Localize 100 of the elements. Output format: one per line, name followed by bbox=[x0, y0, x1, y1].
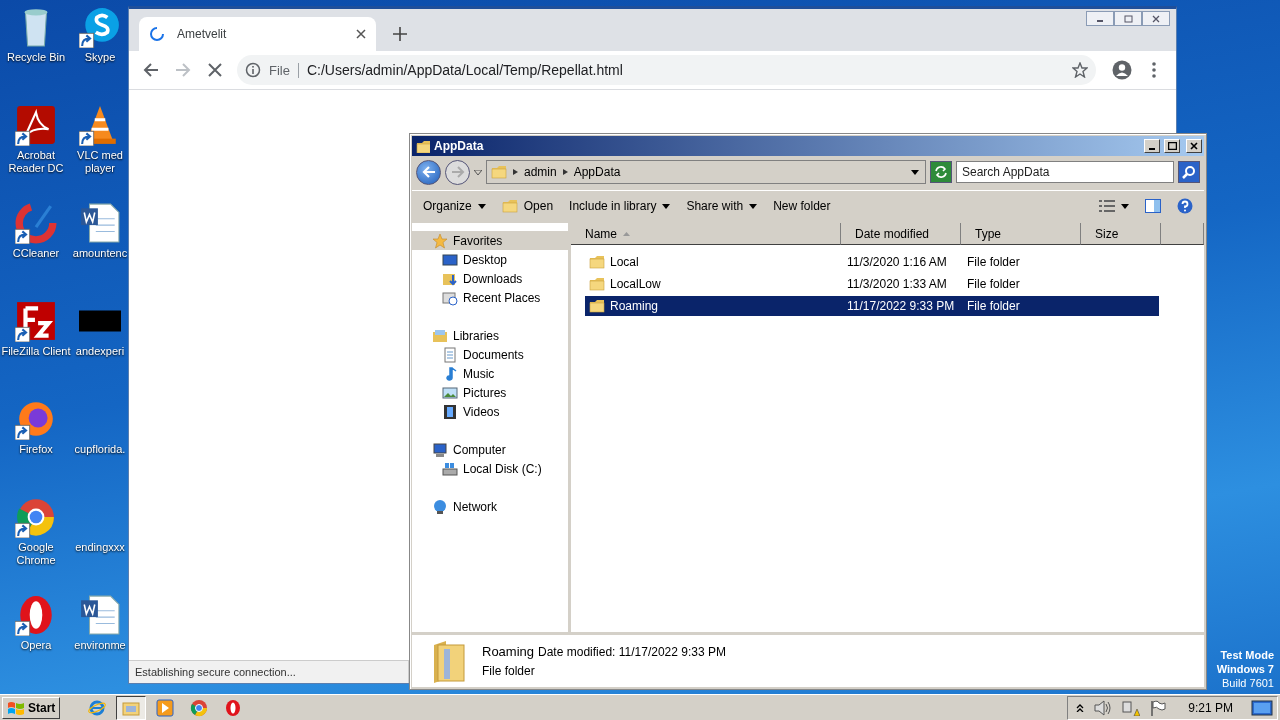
search-button[interactable] bbox=[1178, 161, 1200, 183]
nav-item[interactable]: Computer bbox=[412, 440, 568, 459]
window-title: AppData bbox=[434, 139, 485, 153]
forward-button[interactable] bbox=[445, 159, 470, 185]
recent-places-icon bbox=[442, 289, 458, 306]
document-icon bbox=[442, 346, 458, 363]
computer-icon bbox=[432, 441, 448, 458]
help-icon bbox=[1177, 198, 1193, 214]
flag-icon[interactable] bbox=[1150, 699, 1167, 716]
address-bar[interactable]: File C:/Users/admin/AppData/Local/Temp/Repellat.html bbox=[237, 55, 1096, 85]
word-document-icon bbox=[79, 594, 121, 636]
desktop-icon-label[interactable]: Acrobat Reader DC bbox=[1, 149, 71, 175]
minimize-button[interactable] bbox=[1086, 11, 1114, 26]
file-type: File folder bbox=[967, 255, 1021, 269]
close-icon bbox=[1190, 142, 1198, 150]
toolbar-button[interactable]: Open bbox=[494, 196, 561, 216]
date-modified: 11/3/2020 1:16 AM bbox=[847, 255, 948, 269]
close-button[interactable] bbox=[1142, 11, 1170, 26]
close-icon bbox=[1151, 14, 1161, 23]
folder-icon bbox=[416, 139, 430, 153]
nav-item[interactable]: Videos bbox=[412, 402, 568, 421]
desktop-icon-label[interactable]: CCleaner bbox=[12, 247, 60, 260]
column-header[interactable]: Date modified bbox=[841, 223, 961, 245]
refresh-icon bbox=[934, 165, 948, 179]
desktop-icon-label[interactable]: Firefox bbox=[19, 443, 53, 456]
desktop-icon-label[interactable]: environme bbox=[74, 639, 126, 652]
sort-arrow-icon bbox=[623, 231, 630, 236]
date-modified: 11/17/2022 9:33 PM bbox=[847, 299, 956, 313]
header-filler bbox=[1161, 223, 1204, 245]
start-button[interactable]: Start bbox=[2, 696, 61, 719]
nav-item[interactable]: Desktop bbox=[412, 250, 568, 269]
address-bar[interactable]: admin AppData bbox=[486, 160, 926, 184]
file-name: Local bbox=[585, 254, 847, 270]
nav-item[interactable]: Local Disk (C:) bbox=[412, 459, 568, 478]
desktop-icon-label[interactable]: Opera bbox=[20, 639, 52, 652]
toolbar-button[interactable]: Include in library bbox=[562, 197, 678, 215]
network-warning-icon[interactable] bbox=[1122, 699, 1141, 716]
column-header[interactable]: Type bbox=[961, 223, 1081, 245]
refresh-button[interactable] bbox=[930, 161, 952, 183]
folder-icon bbox=[589, 276, 605, 292]
back-button[interactable] bbox=[416, 159, 441, 185]
toolbar-button[interactable]: New folder bbox=[766, 197, 838, 215]
taskbar-button[interactable] bbox=[116, 695, 147, 720]
date-modified: 11/3/2020 1:33 AM bbox=[847, 277, 948, 291]
maximize-button[interactable] bbox=[1164, 139, 1180, 153]
show-desktop-icon[interactable] bbox=[1251, 699, 1273, 716]
desktop-icon-label[interactable]: endingxxx bbox=[75, 541, 125, 554]
url-text: C:/Users/admin/AppData/Local/Temp/Repellat.html bbox=[306, 62, 624, 78]
nav-item[interactable]: Documents bbox=[412, 345, 568, 364]
file-row[interactable]: Local 11/3/2020 1:16 AM File folder bbox=[585, 252, 1159, 272]
nav-item[interactable]: Libraries bbox=[412, 326, 568, 345]
file-row[interactable]: LocalLow 11/3/2020 1:33 AM File folder bbox=[585, 274, 1159, 294]
caret-icon bbox=[911, 169, 919, 175]
breadcrumb-item[interactable]: AppData bbox=[573, 165, 621, 179]
nav-item[interactable]: Music bbox=[412, 364, 568, 383]
speaker-icon[interactable] bbox=[1094, 699, 1113, 716]
large-folder-icon bbox=[432, 639, 466, 683]
libraries-icon bbox=[432, 327, 448, 344]
close-icon[interactable] bbox=[356, 29, 366, 39]
file-row[interactable]: Roaming 11/17/2022 9:33 PM File folder bbox=[585, 296, 1159, 316]
word-document-icon bbox=[79, 202, 121, 244]
nav-item[interactable]: Network bbox=[412, 497, 568, 516]
column-header[interactable]: Size bbox=[1081, 223, 1161, 245]
column-header[interactable]: Name bbox=[571, 223, 841, 245]
desktop-icon-label[interactable]: cupflorida. bbox=[74, 443, 126, 456]
star-icon[interactable] bbox=[1072, 62, 1088, 78]
kebab-menu-icon bbox=[1152, 62, 1156, 78]
toolbar-button[interactable]: Share with bbox=[679, 197, 765, 215]
caret-icon bbox=[662, 203, 671, 209]
desktop-icon-label[interactable]: Skype bbox=[84, 51, 116, 64]
chrome-icon bbox=[190, 698, 209, 717]
forward-arrow-icon bbox=[450, 166, 465, 178]
file-type: File folder bbox=[967, 299, 1021, 313]
desktop-icon-label[interactable]: VLC med player bbox=[72, 149, 128, 175]
desktop-icon-label[interactable]: andexperi bbox=[75, 345, 125, 358]
nav-item[interactable]: Favorites bbox=[412, 231, 568, 250]
desktop-icon-label[interactable]: amountenc bbox=[72, 247, 128, 260]
desktop-icon-label[interactable]: Google Chrome bbox=[1, 541, 71, 567]
desktop-icon bbox=[442, 251, 458, 268]
search-field[interactable]: Search AppData bbox=[956, 161, 1174, 183]
nav-item[interactable]: Downloads bbox=[412, 269, 568, 288]
nav-item[interactable]: Pictures bbox=[412, 383, 568, 402]
nav-item[interactable]: Recent Places bbox=[412, 288, 568, 307]
status-bubble: Establishing secure connection... bbox=[129, 660, 409, 683]
forward-arrow-icon bbox=[175, 62, 191, 78]
folder-icon bbox=[589, 254, 605, 270]
desktop-icon-label[interactable]: Recycle Bin bbox=[6, 51, 66, 64]
caret-icon[interactable] bbox=[474, 169, 482, 175]
chevron-up-icon[interactable] bbox=[1076, 703, 1085, 712]
opera-icon bbox=[224, 698, 243, 717]
open-folder-icon bbox=[501, 198, 518, 214]
browser-tab[interactable]: Ametvelit bbox=[139, 17, 376, 51]
desktop-icon-label[interactable]: FileZilla Client bbox=[1, 345, 71, 358]
test-mode-text: Windows 7 bbox=[1216, 662, 1274, 676]
network-icon bbox=[432, 498, 448, 515]
clock[interactable]: 9:21 PM bbox=[1188, 700, 1233, 715]
internet-explorer-icon bbox=[88, 698, 107, 717]
toolbar-button[interactable]: Organize bbox=[416, 197, 493, 215]
hard-disk-icon bbox=[442, 460, 458, 477]
breadcrumb-item[interactable]: admin bbox=[524, 165, 557, 179]
